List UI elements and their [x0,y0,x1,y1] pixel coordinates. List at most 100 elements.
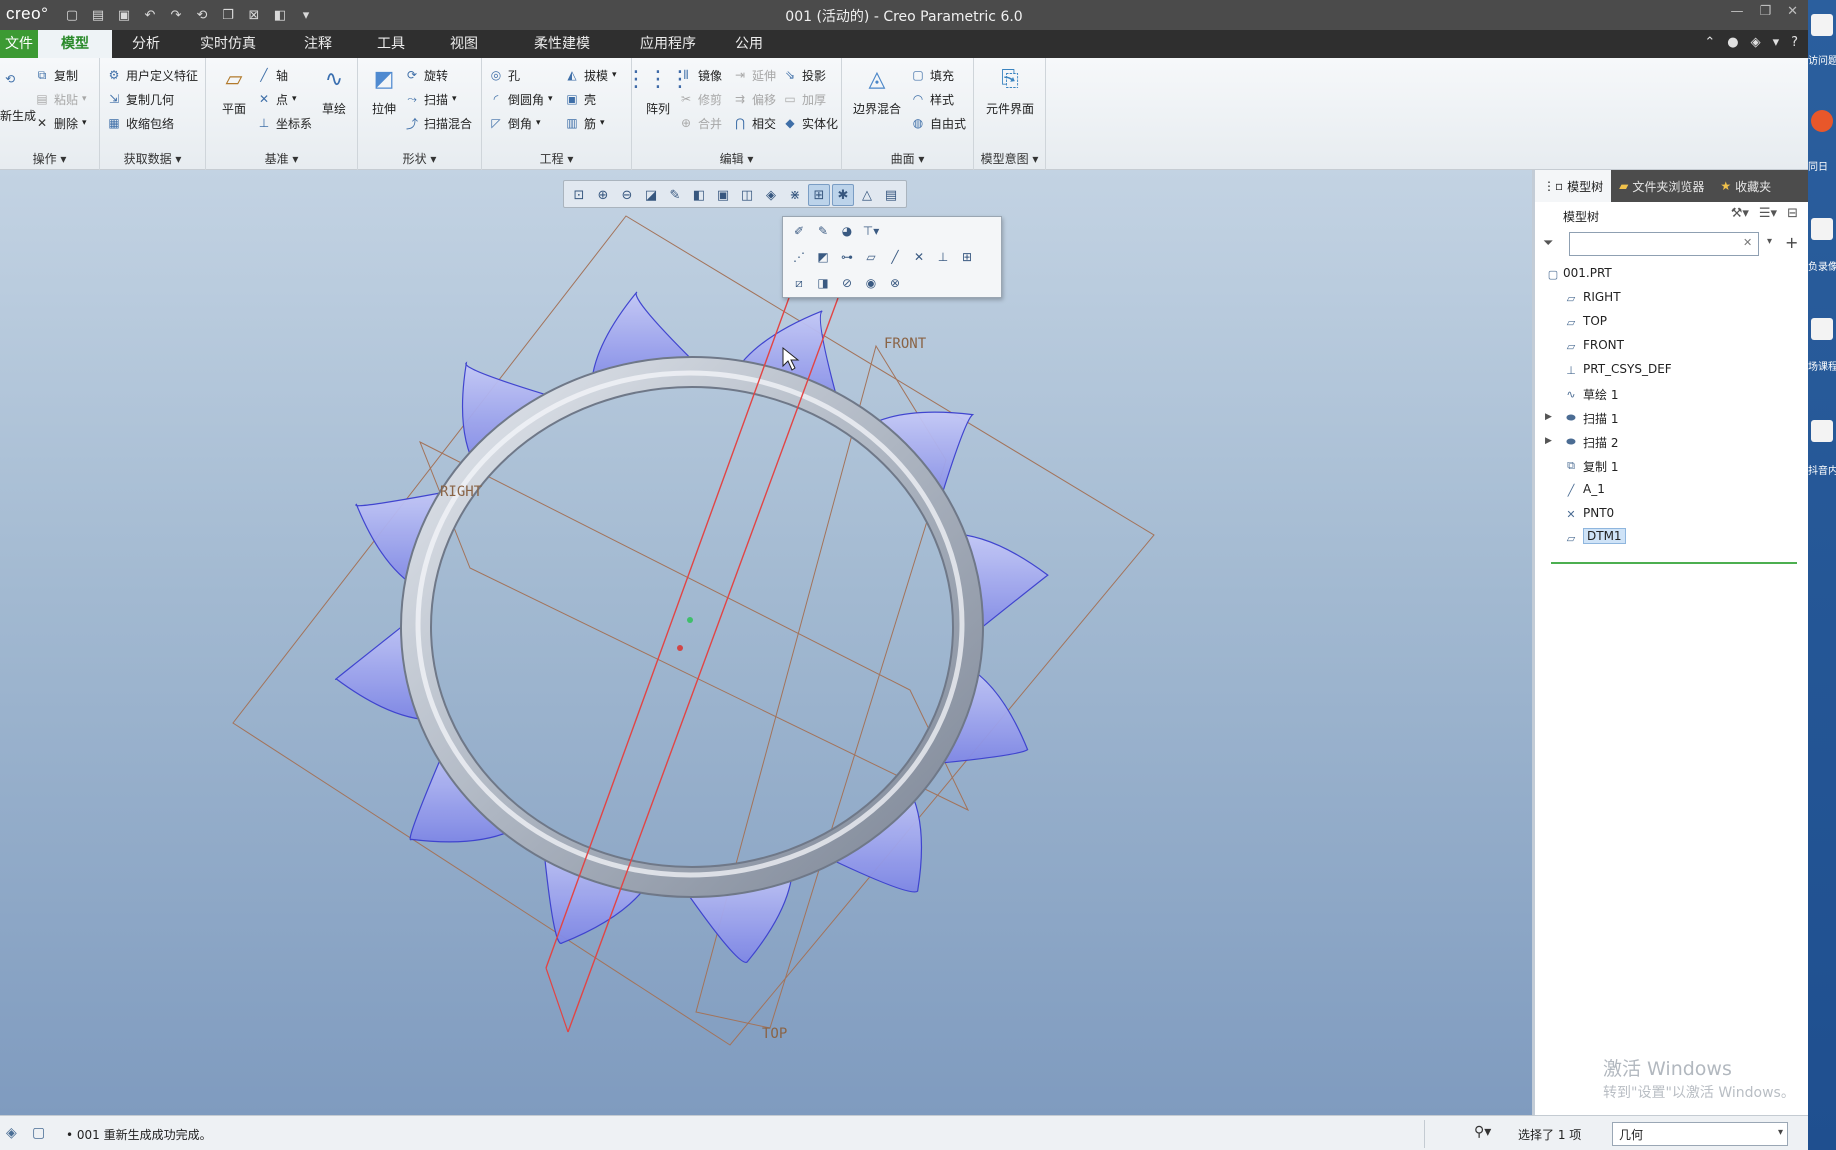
close-icon[interactable]: ✕ [1787,4,1798,19]
project-button[interactable]: ⇘ 投影 [782,64,826,86]
datum-planes[interactable] [232,215,1155,1046]
csys-button[interactable]: ⊥ 坐标系 [256,112,312,134]
regenerate-label[interactable]: 重新生成 [0,104,36,126]
tree-item[interactable]: ▱ FRONT [1541,334,1803,358]
tab-6[interactable]: 视图 [422,30,506,58]
copy-geometry-button[interactable]: ⇲ 复制几何 [106,88,174,110]
tab-3[interactable]: 实时仿真 [180,30,276,58]
tab-2[interactable]: 分析 [112,30,180,58]
hide-icon[interactable]: ⊘ [837,273,857,293]
plane-label-top[interactable]: TOP [762,1026,787,1042]
plane-label-right[interactable]: RIGHT [440,484,483,500]
selection-filter[interactable]: 几何 ▾ [1612,1122,1788,1146]
annotation-display-icon[interactable]: ⋇ [784,184,806,206]
planes-tag-icon[interactable]: ⧄ [789,273,809,293]
grid-icon[interactable]: ⊥ [933,247,953,267]
show-icon[interactable]: ◉ [861,273,881,293]
pattern-button[interactable]: ⋮⋮⋮ 阵列 [625,62,691,117]
datum-plane-right[interactable] [419,440,970,812]
browser-toggle-icon[interactable]: ▢ [32,1125,45,1141]
appearance-icon[interactable]: ▤ [880,184,902,206]
desktop-app-icon[interactable] [1811,110,1833,132]
view-style-icon[interactable]: ◧ [688,184,710,206]
group-label-datum[interactable]: 基准 ▾ [206,150,357,167]
point-button[interactable]: ✕ 点 ▾ [256,88,297,110]
tree-item[interactable]: ∿ 草绘 1 [1541,382,1803,406]
tab-0[interactable]: 文件 [0,30,38,58]
sketch-button[interactable]: ∿ 草绘 [312,62,356,117]
point-tag-icon[interactable]: ╱ [885,247,905,267]
tag-display-icon[interactable]: ⊞ [957,247,977,267]
help-icon[interactable]: ? [1791,35,1798,50]
group-label-model-intent[interactable]: 模型意图 ▾ [974,150,1045,167]
tree-item[interactable]: ▢ 001.PRT [1541,262,1803,286]
tree-filter-toggle-icon[interactable]: ⊟ [1787,206,1798,221]
group-label-shapes[interactable]: 形状 ▾ [358,150,481,167]
saved-views-icon[interactable]: ▣ [712,184,734,206]
tab-4[interactable]: 注释 [276,30,360,58]
hide-all-icon[interactable]: ⊗ [885,273,905,293]
tab-8[interactable]: 应用程序 [618,30,718,58]
shrinkwrap-button[interactable]: ▦ 收缩包络 [106,112,174,134]
hole-button[interactable]: ◎ 孔 [488,64,520,86]
draft-button[interactable]: ◭ 拔模 ▾ [564,64,616,86]
tab-5[interactable]: 工具 [360,30,422,58]
tab-9[interactable]: 公用 [718,30,780,58]
add-icon[interactable]: + [1785,233,1798,252]
group-label-engineering[interactable]: 工程 ▾ [482,150,631,167]
plane-display-icon[interactable]: ◩ [813,247,833,267]
surface-tag-icon[interactable]: ◨ [813,273,833,293]
clear-search-icon[interactable]: ✕ [1743,236,1752,249]
trim-button[interactable]: ✂ 修剪 [678,88,722,110]
freestyle-button[interactable]: ◍ 自由式 [910,112,966,134]
desktop-shortcut-icon[interactable] [1811,218,1833,240]
graphics-window[interactable]: FRONT RIGHT TOP ⊡ ⊕ ⊖ ◪ ✎ ◧ ▣ ◫ ◈ ⋇ ⊞ ✱ … [0,170,1532,1115]
maximize-icon[interactable]: ❐ [1759,4,1771,19]
revolve-button[interactable]: ⟳ 旋转 [404,64,448,86]
axis-button[interactable]: ╱ 轴 [256,64,288,86]
tree-columns-icon[interactable]: ☰▾ [1759,206,1777,221]
tree-item[interactable]: ▱ RIGHT [1541,286,1803,310]
perspective-icon[interactable]: ◈ [760,184,782,206]
delete-button[interactable]: ✕ 删除 ▾ [34,112,87,134]
brush-icon[interactable]: ✐ [789,221,809,241]
point-display-icon[interactable]: ⊶ [837,247,857,267]
zoom-out-icon[interactable]: ⊖ [616,184,638,206]
filter-icon[interactable]: ⏷ [1543,236,1553,251]
tab-favorites[interactable]: ★ 收藏夹 [1712,170,1779,202]
datum-plane-front[interactable] [232,215,1155,1046]
merge-button[interactable]: ⊕ 合并 [678,112,722,134]
tree-item[interactable]: ▱ DTM1 [1541,526,1803,550]
pencil-icon[interactable]: ✎ [813,221,833,241]
desktop-file-icon[interactable] [1811,14,1833,36]
copy-button[interactable]: ⧉ 复制 [34,64,78,86]
settings-icon[interactable]: ◈ [1751,35,1761,50]
paint-icon[interactable]: ◕ [837,221,857,241]
fill-button[interactable]: ▢ 填充 [910,64,954,86]
boundary-blend-button[interactable]: ◬ 边界混合 [850,62,904,117]
tree-settings-icon[interactable]: ⚒▾ [1731,206,1749,221]
thicken-button[interactable]: ▭ 加厚 [782,88,826,110]
rib-button[interactable]: ▥ 筋 ▾ [564,112,604,134]
offset-button[interactable]: ⇉ 偏移 [732,88,776,110]
plane-label-front[interactable]: FRONT [884,336,927,352]
chevron-down-icon[interactable]: ▾ [1773,35,1780,50]
simulation-display-icon[interactable]: △ [856,184,878,206]
expand-arrow-icon[interactable]: ▶ [1545,436,1555,446]
mirror-button[interactable]: ⫴ 镜像 [678,64,722,86]
extrude-button[interactable]: ◩ 拉伸 [362,62,406,117]
repaint-icon[interactable]: ◪ [640,184,662,206]
solidify-button[interactable]: ◆ 实体化 [782,112,838,134]
tree-item[interactable]: ▶ ⬬ 扫描 1 [1541,406,1803,430]
swept-blend-button[interactable]: ⤴ 扫描混合 [404,112,472,134]
model-viewport[interactable]: FRONT RIGHT TOP [0,170,1532,1115]
datum-axis-dtm1[interactable] [567,297,839,1033]
user-icon[interactable]: ● [1727,35,1738,50]
regenerate-button[interactable]: ⟲ [2,68,18,90]
insert-here-marker[interactable] [1551,562,1797,564]
tree-item[interactable]: ✕ PNT0 [1541,502,1803,526]
expand-arrow-icon[interactable]: ▶ [1545,412,1555,422]
sweep-button[interactable]: ⤳ 扫描 ▾ [404,88,456,110]
coordinate-filter-icon[interactable]: ⊤▾ [861,221,881,241]
plane-button[interactable]: ▱ 平面 [212,62,256,117]
